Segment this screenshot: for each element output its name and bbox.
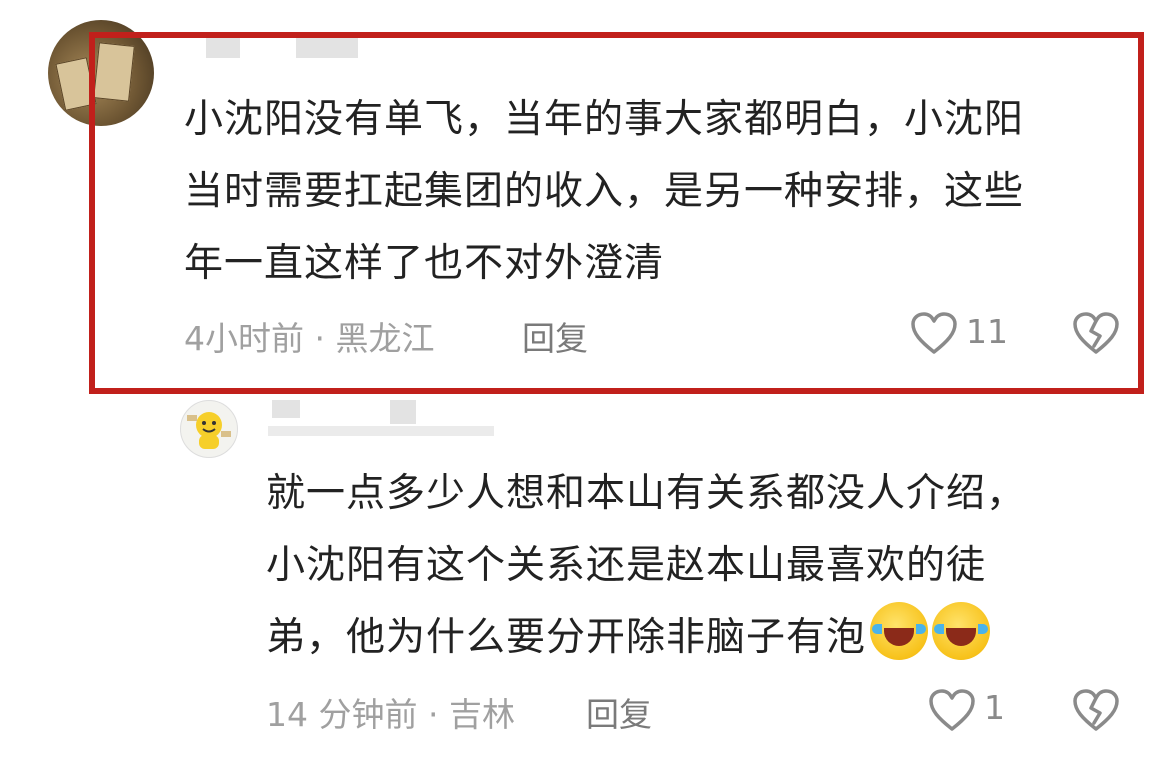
smiley-character-icon [187,412,231,449]
reply-button[interactable]: 回复 [586,688,652,736]
comment-time: 14 分钟前 [266,695,418,734]
comment-text: 就一点多少人想和本山有关系都没人介绍， 小沈阳有这个关系还是赵本山最喜欢的徒 弟… [266,458,1026,674]
comment-line: 就一点多少人想和本山有关系都没人介绍， [266,471,1027,516]
like-count: 1 [984,688,1005,727]
heart-outline-icon[interactable] [928,688,976,732]
comment-meta: 14 分钟前 · 吉林 [266,688,515,736]
comment-line-with-emoji: 弟，他为什么要分开除非脑子有泡 [266,602,1026,674]
comment-line: 弟，他为什么要分开除非脑子有泡 [266,615,867,660]
comment-line: 小沈阳有这个关系还是赵本山最喜欢的徒 [266,543,987,588]
broken-heart-icon[interactable] [1072,688,1120,732]
laughing-crying-emoji-icon [932,602,991,660]
user-avatar[interactable] [180,400,238,458]
comment-location: 吉林 [448,695,515,734]
highlight-box [89,32,1144,394]
laughing-crying-emoji-icon [870,602,929,660]
meta-separator: · [427,695,439,734]
